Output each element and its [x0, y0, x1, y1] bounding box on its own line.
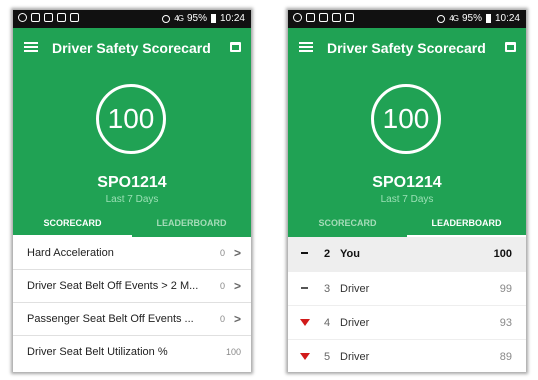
scorecard-row[interactable]: Hard Acceleration 0 >: [13, 237, 251, 270]
status-bar: 4G 95% 10:24: [13, 10, 251, 28]
signal-icon: 4G: [449, 14, 459, 23]
trend-neutral-icon: [301, 287, 308, 289]
battery-percent: 95%: [461, 13, 482, 24]
driver-name: You: [340, 248, 360, 260]
period-label: Last 7 Days: [380, 194, 434, 205]
driver-name: Driver: [340, 317, 370, 329]
tab-scorecard[interactable]: SCORECARD: [288, 215, 407, 237]
whatsapp-icon: [293, 13, 302, 22]
metric-label: Passenger Seat Belt Off Events ...: [27, 313, 194, 325]
battery-percent: 95%: [186, 13, 207, 24]
battery-icon: [485, 14, 491, 23]
gallery-icon: [57, 13, 66, 22]
status-right: 4G 95% 10:24: [162, 13, 245, 24]
vehicle-id: SPO1214: [372, 174, 442, 191]
metric-value: 0: [219, 314, 225, 324]
metric-value: 0: [219, 281, 225, 291]
tab-leaderboard[interactable]: LEADERBOARD: [132, 215, 251, 237]
metric-value: 100: [225, 347, 241, 357]
chevron-right-icon: >: [233, 246, 241, 260]
metric-value: 0: [219, 248, 225, 258]
metric-label: Driver Seat Belt Off Events > 2 M...: [27, 280, 199, 292]
rank-number: 2: [324, 248, 331, 260]
whatsapp-icon: [18, 13, 27, 22]
score-value: 100: [107, 103, 155, 134]
driver-score: 99: [499, 283, 512, 295]
hamburger-menu-icon[interactable]: [24, 42, 38, 52]
trend-neutral-icon: [301, 252, 308, 254]
signal-icon: 4G: [174, 14, 184, 23]
clock: 10:24: [219, 13, 245, 24]
voicemail-icon: [345, 13, 354, 22]
score-value: 100: [382, 103, 430, 134]
gallery-icon: [332, 13, 341, 22]
message-icon: [31, 13, 40, 22]
notification-icons: [293, 13, 354, 22]
vehicle-id: SPO1214: [97, 174, 167, 191]
phone-screen-leaderboard: 4G 95% 10:24 Driver Safety Scorecard 100…: [288, 10, 526, 372]
driver-name: Driver: [340, 283, 370, 295]
trend-down-icon: [300, 319, 310, 326]
score-ring: 100: [96, 84, 166, 154]
phone-screen-scorecard: 4G 95% 10:24 Driver Safety Scorecard 100…: [13, 10, 251, 372]
trend-down-icon: [300, 353, 310, 360]
rank-number: 5: [324, 351, 331, 363]
tab-bar: SCORECARD LEADERBOARD: [288, 215, 526, 237]
alarm-icon: [437, 14, 446, 23]
driver-score: 93: [499, 317, 512, 329]
app-bar: Driver Safety Scorecard: [288, 28, 526, 68]
leaderboard-row[interactable]: 5 Driver 89: [288, 340, 526, 372]
status-bar: 4G 95% 10:24: [288, 10, 526, 28]
metric-label: Driver Seat Belt Utilization %: [27, 346, 168, 358]
driver-name: Driver: [340, 351, 370, 363]
battery-icon: [210, 14, 216, 23]
scorecard-row[interactable]: Passenger Seat Belt Off Events ... 0 >: [13, 303, 251, 336]
leaderboard-row[interactable]: 4 Driver 93: [288, 306, 526, 340]
calendar-icon[interactable]: [505, 42, 516, 52]
image-icon: [319, 13, 328, 22]
leaderboard-row[interactable]: 3 Driver 99: [288, 272, 526, 306]
voicemail-icon: [70, 13, 79, 22]
image-icon: [44, 13, 53, 22]
rank-number: 4: [324, 317, 331, 329]
app-title: Driver Safety Scorecard: [52, 40, 211, 56]
status-right: 4G 95% 10:24: [437, 13, 520, 24]
score-ring: 100: [371, 84, 441, 154]
calendar-icon[interactable]: [230, 42, 241, 52]
hamburger-menu-icon[interactable]: [299, 42, 313, 52]
app-bar: Driver Safety Scorecard: [13, 28, 251, 68]
rank-number: 3: [324, 283, 331, 295]
scorecard-list: Hard Acceleration 0 > Driver Seat Belt O…: [13, 237, 251, 372]
chevron-right-icon: >: [233, 312, 241, 326]
alarm-icon: [162, 14, 171, 23]
tab-scorecard[interactable]: SCORECARD: [13, 215, 132, 237]
metric-label: Hard Acceleration: [27, 247, 114, 259]
period-label: Last 7 Days: [105, 194, 159, 205]
scorecard-row[interactable]: Driver Seat Belt Utilization % 100: [13, 336, 251, 369]
notification-icons: [18, 13, 79, 22]
chevron-right-icon: >: [233, 279, 241, 293]
leaderboard-row-you[interactable]: 2 You 100: [288, 237, 526, 272]
leaderboard-list: 2 You 100 3 Driver 99 4 Driver 93 5 Driv…: [288, 237, 526, 372]
app-title: Driver Safety Scorecard: [327, 40, 486, 56]
clock: 10:24: [494, 13, 520, 24]
scorecard-row[interactable]: Driver Seat Belt Off Events > 2 M... 0 >: [13, 270, 251, 303]
tab-bar: SCORECARD LEADERBOARD: [13, 215, 251, 237]
tab-leaderboard[interactable]: LEADERBOARD: [407, 215, 526, 237]
driver-score: 89: [499, 351, 512, 363]
message-icon: [306, 13, 315, 22]
driver-score: 100: [493, 248, 512, 260]
